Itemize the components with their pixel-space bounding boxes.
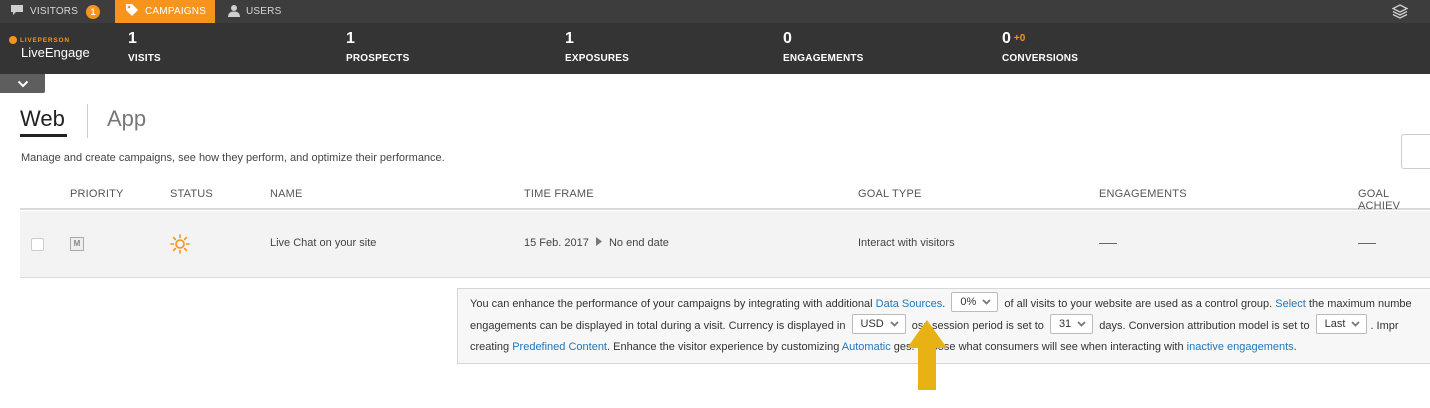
tab-visitors-label: VISITORS [30, 6, 79, 17]
chevron-down-icon [1077, 315, 1086, 333]
automatic-messages-link[interactable]: Automatic [842, 341, 891, 353]
data-sources-link[interactable]: Data Sources [876, 298, 943, 310]
tab-campaigns-label: CAMPAIGNS [145, 6, 207, 17]
play-arrow-icon [595, 237, 605, 249]
stat-label: CONVERSIONS [1002, 53, 1079, 64]
top-navigation: VISITORS 1 CAMPAIGNS USERS [0, 0, 1430, 23]
time-frame: 15 Feb. 2017 No end date [524, 237, 669, 249]
currency-select[interactable]: USD [851, 314, 906, 334]
stat-label: EXPOSURES [565, 53, 630, 64]
row-checkbox[interactable] [31, 238, 44, 251]
table-header: PRIORITY STATUS NAME TIME FRAME GOAL TYP… [20, 180, 1430, 212]
info-text: creating [470, 341, 510, 353]
stat-exposures[interactable]: 1 EXPOSURES [565, 30, 629, 64]
info-text: . [1293, 341, 1297, 353]
info-text: the maximum numbe [1308, 297, 1412, 310]
column-header-engagements[interactable]: ENGAGEMENTS [1099, 188, 1187, 200]
stat-value: 0 [1002, 30, 1011, 47]
stat-value: 1 [128, 30, 137, 47]
tab-divider [87, 104, 88, 138]
chevron-down-icon [17, 75, 29, 93]
info-line-3: creating Predefined Content. Enhance the… [470, 341, 1297, 353]
sun-icon [170, 234, 190, 259]
column-header-priority[interactable]: PRIORITY [70, 188, 124, 200]
info-text: . Impr [1370, 319, 1399, 332]
info-text: engagements can be displayed in total du… [470, 319, 846, 332]
chevron-down-icon [890, 315, 899, 333]
stat-delta: +0 [1013, 33, 1026, 44]
column-header-name[interactable]: NAME [270, 188, 303, 200]
stat-value: 0 [783, 30, 792, 47]
inactive-engagements-link[interactable]: inactive engagements [1187, 341, 1294, 353]
stat-visits[interactable]: 1 VISITS [128, 30, 161, 64]
visitors-count-badge: 1 [86, 4, 101, 19]
tab-visitors[interactable]: VISITORS 1 [10, 0, 101, 23]
info-text: days. Conversion attribution model is se… [1099, 319, 1310, 332]
stat-label: ENGAGEMENTS [783, 53, 864, 64]
table-row[interactable]: M Live Chat on your site 15 Feb. 2017 No… [20, 211, 1430, 278]
liveengage-logo: LIVEPERSON LiveEngage [9, 36, 90, 60]
stats-bar: LIVEPERSON LiveEngage 1 VISITS 1 PROSPEC… [0, 23, 1430, 74]
select-link[interactable]: Select [1275, 298, 1306, 310]
page-description: Manage and create campaigns, see how the… [21, 152, 445, 164]
tag-icon [125, 3, 139, 20]
session-period-value: 31 [1058, 318, 1072, 330]
stat-prospects[interactable]: 1 PROSPECTS [346, 30, 409, 64]
control-group-value: 0% [960, 296, 977, 308]
start-date: 15 Feb. 2017 [524, 237, 589, 249]
attribution-model-select[interactable]: Last [1315, 314, 1368, 334]
action-button[interactable] [1401, 134, 1430, 169]
info-line-1: You can enhance the performance of your … [470, 292, 1412, 312]
tab-web[interactable]: Web [20, 106, 65, 132]
tab-users-label: USERS [246, 6, 282, 17]
engagements-empty-dash [1099, 243, 1117, 244]
stat-value: 1 [565, 30, 574, 47]
tab-app[interactable]: App [107, 106, 146, 132]
stat-value: 1 [346, 30, 355, 47]
stat-label: VISITS [128, 53, 161, 64]
currency-value: USD [860, 318, 884, 330]
predefined-content-link[interactable]: Predefined Content [512, 341, 607, 353]
priority-badge: M [70, 237, 84, 251]
chevron-down-icon [1351, 315, 1361, 333]
end-date: No end date [608, 237, 669, 249]
tab-users[interactable]: USERS [228, 0, 281, 23]
control-group-select[interactable]: 0% [951, 292, 999, 312]
info-text: of all visits to your website are used a… [1004, 297, 1273, 310]
liveperson-dot-icon [9, 36, 17, 44]
chevron-down-icon [982, 293, 991, 311]
attribution-model-value: Last [1324, 318, 1346, 330]
active-tab-underline [20, 134, 67, 137]
chat-bubble-icon [10, 4, 24, 19]
goal-achievement-empty-dash [1358, 243, 1376, 244]
column-header-goal-type[interactable]: GOAL TYPE [858, 188, 922, 200]
collapse-stats-button[interactable] [0, 74, 45, 93]
campaign-name-link[interactable]: Live Chat on your site [270, 237, 376, 249]
brand-top-text: LIVEPERSON [20, 36, 70, 44]
column-header-status[interactable]: STATUS [170, 188, 213, 200]
layers-icon[interactable] [1391, 4, 1409, 24]
brand-main-text: LiveEngage [21, 45, 90, 60]
column-header-time-frame[interactable]: TIME FRAME [524, 188, 594, 200]
info-text: . Enhance the visitor experience by cust… [607, 341, 840, 353]
stat-label: PROSPECTS [346, 53, 410, 64]
goal-type: Interact with visitors [858, 237, 955, 249]
info-text: You can enhance the performance of your … [470, 297, 873, 310]
column-header-goal-achievement[interactable]: GOAL ACHIEV [1358, 188, 1430, 212]
tab-campaigns[interactable]: CAMPAIGNS [115, 0, 215, 23]
stat-conversions[interactable]: 0 +0 CONVERSIONS [1002, 30, 1078, 64]
up-arrow-icon [907, 320, 947, 395]
user-icon [228, 4, 240, 20]
stat-engagements[interactable]: 0 ENGAGEMENTS [783, 30, 864, 64]
session-period-select[interactable]: 31 [1049, 314, 1094, 334]
